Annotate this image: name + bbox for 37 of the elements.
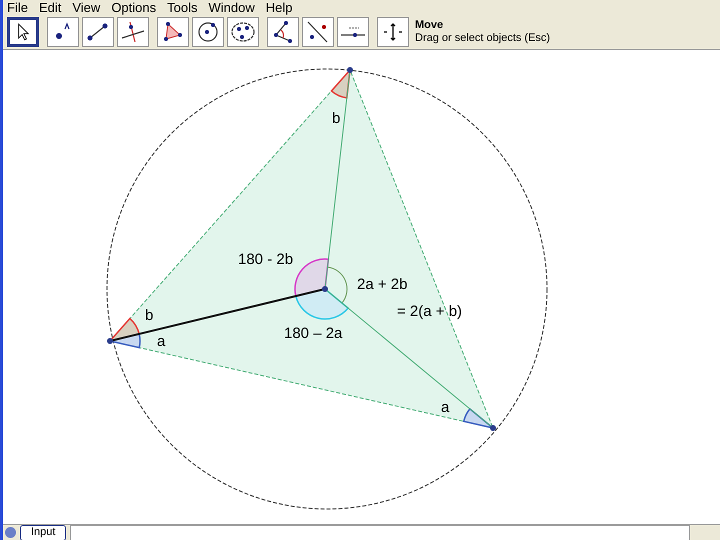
angle-label: a: [441, 399, 450, 416]
point: [107, 338, 113, 344]
tool-button[interactable]: [377, 16, 409, 46]
globe-icon: [5, 527, 16, 538]
tool-button[interactable]: [157, 16, 189, 46]
angle-label: 180 - 2b: [238, 251, 294, 268]
angle-label: a: [157, 333, 166, 350]
tool-button[interactable]: [337, 16, 369, 46]
point: [322, 286, 328, 292]
tool-button[interactable]: [267, 16, 299, 46]
tool-button[interactable]: [82, 16, 114, 46]
angle-marker: [330, 69, 351, 99]
menu-item[interactable]: File: [7, 1, 28, 14]
tool-button[interactable]: [7, 16, 39, 46]
tool-button[interactable]: [117, 16, 149, 46]
menu-item[interactable]: Window: [208, 1, 255, 14]
angle-marker: [463, 408, 494, 429]
tool-button[interactable]: [227, 16, 259, 46]
menu-item[interactable]: Options: [111, 1, 156, 14]
menu-item[interactable]: Tools: [167, 1, 198, 14]
angle-label: b: [145, 307, 154, 324]
angle-label: b: [332, 110, 340, 127]
menu-item[interactable]: Edit: [38, 1, 62, 14]
menu-item[interactable]: View: [72, 1, 100, 14]
input-field[interactable]: [70, 524, 690, 540]
menu-item[interactable]: Help: [266, 1, 292, 14]
tool-description: Drag or select objects (Esc): [415, 32, 550, 44]
angle-label: = 2(a + b): [397, 303, 462, 320]
angle-label: 180 – 2a: [284, 325, 342, 342]
tool-button[interactable]: [47, 16, 79, 46]
tool-button[interactable]: [192, 16, 224, 46]
angle-label: 2a + 2b: [357, 276, 408, 293]
input-button[interactable]: Input: [20, 524, 66, 540]
tool-title: Move: [415, 18, 444, 32]
point: [347, 67, 353, 73]
point: [490, 425, 496, 431]
tool-button[interactable]: [302, 16, 334, 46]
